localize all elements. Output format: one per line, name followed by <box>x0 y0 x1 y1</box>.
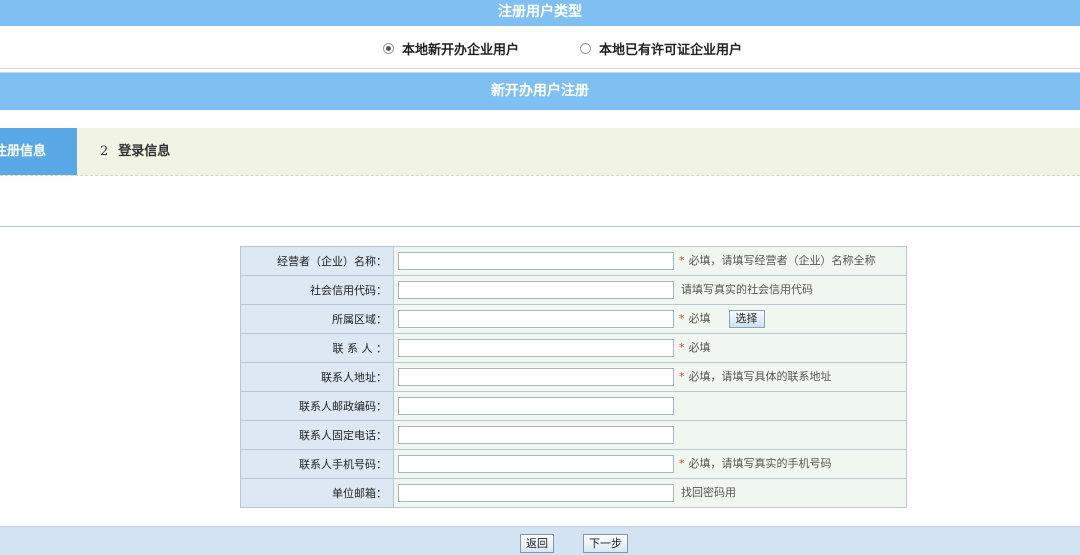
contact-label: 联 系 人 ： <box>240 333 394 363</box>
step-registration-info: 注册信息 <box>0 128 77 175</box>
required-star: * <box>679 312 685 325</box>
credit-code-label: 社会信用代码： <box>240 275 394 305</box>
user-type-header: 注册用户类型 <box>0 0 1080 26</box>
registration-form: 经营者（企业）名称： * 必填，请填写经营者（企业）名称全称 社会信用代码： 请填… <box>240 246 907 508</box>
required-star: * <box>679 457 685 470</box>
mobile-hint: 必填，请填写真实的手机号码 <box>688 457 832 470</box>
form-footer: 返回 下一步 <box>0 526 1080 555</box>
enterprise-name-input[interactable] <box>398 252 674 270</box>
form-row-email: 单位邮箱： 找回密码用 <box>240 478 907 508</box>
form-row-enterprise-name: 经营者（企业）名称： * 必填，请填写经营者（企业）名称全称 <box>240 246 907 276</box>
user-type-radio-group: 本地新开办企业用户 本地已有许可证企业用户 <box>0 28 1080 69</box>
registration-title: 新开办用户注册 <box>491 83 589 99</box>
postal-code-label: 联系人邮政编码： <box>240 391 394 421</box>
contact-address-input[interactable] <box>398 368 674 386</box>
radio-new-enterprise-label: 本地新开办企业用户 <box>402 43 520 58</box>
required-star: * <box>679 370 685 383</box>
region-input[interactable] <box>398 310 674 328</box>
contact-address-hint: 必填，请填写具体的联系地址 <box>688 370 832 383</box>
landline-input[interactable] <box>398 426 674 444</box>
step2-number: 2 <box>100 144 109 159</box>
form-row-contact: 联 系 人 ： * 必填 <box>240 333 907 363</box>
form-row-postal-code: 联系人邮政编码： <box>240 391 907 421</box>
radio-licensed-enterprise[interactable]: 本地已有许可证企业用户 <box>580 39 742 58</box>
step2-label: 登录信息 <box>118 144 171 159</box>
credit-code-input[interactable] <box>398 281 674 299</box>
radio-checked-icon[interactable] <box>383 43 394 54</box>
form-row-credit-code: 社会信用代码： 请填写真实的社会信用代码 <box>240 275 907 305</box>
contact-address-label: 联系人地址： <box>240 362 394 392</box>
credit-code-hint: 请填写真实的社会信用代码 <box>681 283 813 296</box>
form-row-contact-address: 联系人地址： * 必填，请填写具体的联系地址 <box>240 362 907 392</box>
user-type-title: 注册用户类型 <box>498 4 582 20</box>
region-hint: 必填 <box>688 312 711 325</box>
radio-unchecked-icon[interactable] <box>580 43 591 54</box>
email-hint: 找回密码用 <box>681 486 736 499</box>
radio-new-enterprise[interactable]: 本地新开办企业用户 <box>383 39 519 58</box>
step-indicator: 注册信息 2 登录信息 <box>0 128 1080 176</box>
region-label: 所属区域： <box>240 304 394 334</box>
radio-licensed-enterprise-label: 本地已有许可证企业用户 <box>599 43 743 58</box>
step-login-info: 2 登录信息 <box>100 128 170 175</box>
registration-header: 新开办用户注册 <box>0 72 1080 110</box>
select-region-button[interactable]: 选择 <box>728 310 765 328</box>
mobile-input[interactable] <box>398 455 674 473</box>
landline-label: 联系人固定电话： <box>240 420 394 450</box>
required-star: * <box>679 341 685 354</box>
enterprise-name-hint: 必填，请填写经营者（企业）名称全称 <box>688 254 876 267</box>
contact-input[interactable] <box>398 339 674 357</box>
step1-label: 注册信息 <box>0 144 47 159</box>
form-row-landline: 联系人固定电话： <box>240 420 907 450</box>
divider <box>0 226 1080 227</box>
form-row-mobile: 联系人手机号码： * 必填，请填写真实的手机号码 <box>240 449 907 479</box>
email-label: 单位邮箱： <box>240 478 394 508</box>
required-star: * <box>679 254 685 267</box>
mobile-label: 联系人手机号码： <box>240 449 394 479</box>
form-row-region: 所属区域： * 必填 选择 <box>240 304 907 334</box>
contact-hint: 必填 <box>688 341 711 354</box>
email-input[interactable] <box>398 484 674 502</box>
back-button[interactable]: 返回 <box>520 534 554 553</box>
postal-code-input[interactable] <box>398 397 674 415</box>
enterprise-name-label: 经营者（企业）名称： <box>240 246 394 276</box>
next-step-button[interactable]: 下一步 <box>583 534 628 553</box>
